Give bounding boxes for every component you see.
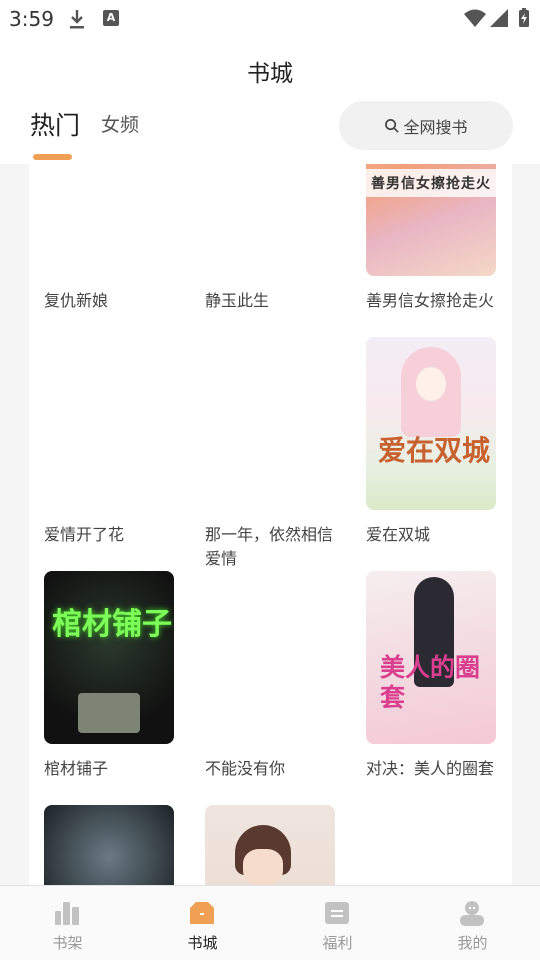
search-label: 全网搜书 <box>403 117 468 137</box>
tab-hot[interactable]: 热门 <box>30 106 80 142</box>
search-button[interactable]: 全网搜书 <box>339 101 513 150</box>
book-item[interactable]: 不能没有你 <box>205 571 335 781</box>
book-item[interactable] <box>205 805 335 885</box>
cover-art <box>243 849 283 885</box>
book-grid: 复仇新娘 静玉此生 善男信女擦抢走火 善男信女擦抢走火 爱情开了花 那一年，依然… <box>29 164 512 885</box>
book-title: 那一年，依然相信爱情 <box>205 525 334 568</box>
book-cover[interactable] <box>44 337 174 510</box>
cover-art <box>416 367 446 401</box>
cover-title: 爱在双城 <box>378 434 491 467</box>
book-cover[interactable] <box>205 571 335 744</box>
book-item[interactable]: 善男信女擦抢走火 善男信女擦抢走火 <box>366 164 496 313</box>
book-title: 不能没有你 <box>205 759 286 778</box>
gift-icon <box>325 902 349 924</box>
nav-bookstore[interactable]: 书城 <box>135 886 270 960</box>
download-icon <box>70 10 84 29</box>
book-cover[interactable] <box>205 337 335 510</box>
book-item[interactable]: 美人的圈套 对决：美人的圈套 <box>366 571 496 781</box>
bookshelf-icon <box>55 902 79 925</box>
cover-art <box>78 693 140 733</box>
status-bar: 3:59 A <box>0 0 540 36</box>
book-title: 善男信女擦抢走火 <box>366 291 495 310</box>
book-cover[interactable] <box>205 164 335 276</box>
book-item[interactable] <box>44 805 174 885</box>
search-icon <box>385 119 400 133</box>
book-cover[interactable] <box>205 805 335 885</box>
page-title: 书城 <box>247 61 293 87</box>
book-title: 棺材铺子 <box>44 759 109 778</box>
book-grid-scroll[interactable]: 复仇新娘 静玉此生 善男信女擦抢走火 善男信女擦抢走火 爱情开了花 那一年，依然… <box>0 164 540 885</box>
book-title: 爱在双城 <box>366 525 431 544</box>
book-cover[interactable]: 美人的圈套 <box>366 571 496 744</box>
nav-label: 书架 <box>52 934 83 952</box>
book-cover[interactable] <box>44 805 174 885</box>
book-title: 静玉此生 <box>205 291 270 310</box>
tab-female[interactable]: 女频 <box>101 110 139 137</box>
nav-bookshelf[interactable]: 书架 <box>0 886 135 960</box>
book-title: 复仇新娘 <box>44 291 109 310</box>
profile-icon <box>460 901 484 926</box>
nav-label: 书城 <box>187 934 218 952</box>
bottom-nav: 书架 书城 福利 我的 <box>0 885 540 960</box>
header: 书城 热门 女频 全网搜书 <box>0 36 540 164</box>
signal-icon <box>490 9 508 27</box>
nav-profile[interactable]: 我的 <box>405 886 540 960</box>
book-item[interactable]: 那一年，依然相信爱情 <box>205 337 335 571</box>
wifi-icon <box>464 9 486 27</box>
book-title: 对决：美人的圈套 <box>366 759 495 778</box>
cover-title: 美人的圈套 <box>380 653 481 712</box>
status-time: 3:59 <box>9 7 54 31</box>
book-title: 爱情开了花 <box>44 525 125 544</box>
book-cover[interactable] <box>44 164 174 276</box>
battery-icon <box>519 8 529 27</box>
bookstore-icon <box>190 902 214 924</box>
book-item[interactable]: 棺材铺子 棺材铺子 <box>44 571 174 781</box>
book-cover[interactable]: 棺材铺子 <box>44 571 174 744</box>
nav-label: 我的 <box>457 934 488 952</box>
book-cover[interactable]: 善男信女擦抢走火 <box>366 164 496 276</box>
book-item[interactable]: 复仇新娘 <box>44 164 174 313</box>
nav-welfare[interactable]: 福利 <box>270 886 405 960</box>
book-item[interactable]: 爱在双城 爱在双城 <box>366 337 496 547</box>
book-cover[interactable]: 爱在双城 <box>366 337 496 510</box>
tab-indicator <box>33 154 72 160</box>
cover-title: 棺材铺子 <box>52 607 172 642</box>
nav-label: 福利 <box>322 934 353 952</box>
cover-title: 善男信女擦抢走火 <box>371 176 491 192</box>
book-item[interactable]: 爱情开了花 <box>44 337 174 547</box>
book-item[interactable]: 静玉此生 <box>205 164 335 313</box>
notification-a-icon: A <box>103 10 119 26</box>
